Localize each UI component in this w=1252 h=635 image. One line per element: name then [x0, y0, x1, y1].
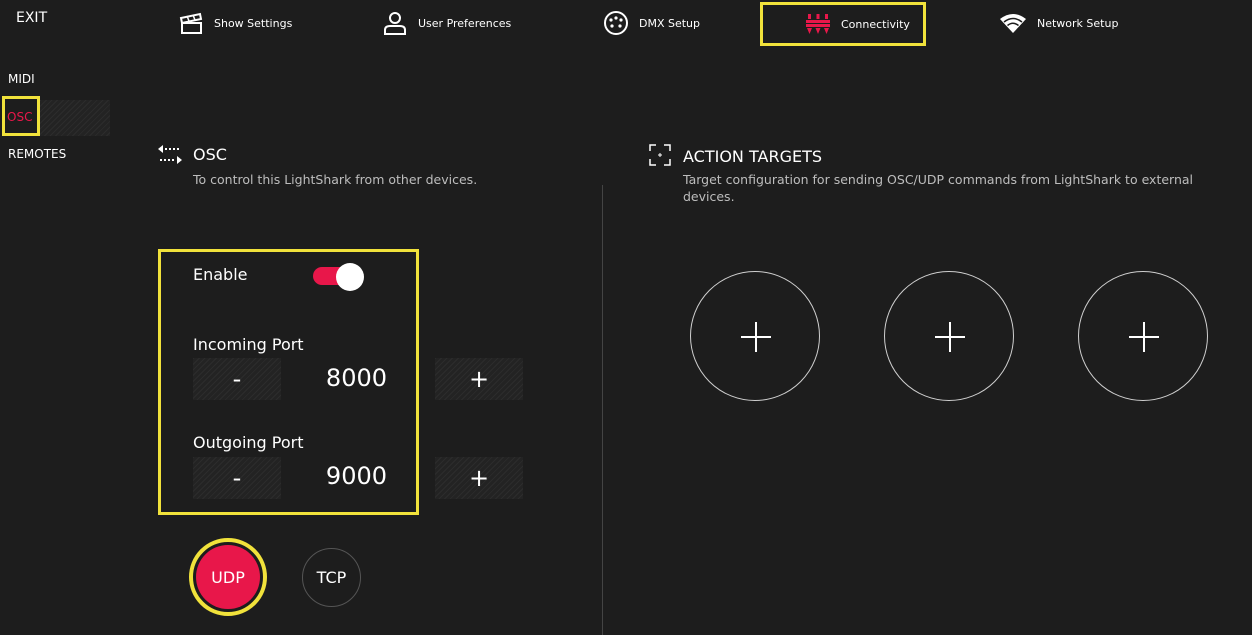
incoming-port-decrement-button[interactable]: - [193, 358, 281, 400]
osc-arrows-icon [158, 145, 182, 164]
tab-label: Connectivity [841, 17, 910, 31]
outgoing-port-value[interactable]: 9000 [300, 462, 387, 490]
add-action-target-button-2[interactable] [884, 271, 1014, 401]
sidebar-item-osc[interactable]: OSC [7, 110, 32, 124]
tab-label: User Preferences [418, 16, 512, 30]
add-action-target-button-1[interactable] [690, 271, 820, 401]
toggle-knob [336, 263, 364, 291]
enable-toggle[interactable] [313, 263, 365, 291]
incoming-port-value[interactable]: 8000 [300, 364, 387, 392]
tab-network-setup[interactable]: Network Setup [999, 4, 1118, 42]
tab-connectivity[interactable]: Connectivity [760, 2, 926, 46]
sidebar-item-remotes[interactable]: REMOTES [8, 147, 66, 161]
section-divider [602, 185, 603, 635]
show-settings-icon [179, 12, 203, 34]
add-action-target-button-3[interactable] [1078, 271, 1208, 401]
sidebar-item-midi[interactable]: MIDI [8, 72, 35, 86]
incoming-port-increment-button[interactable]: + [435, 358, 523, 400]
udp-protocol-button[interactable]: UDP [196, 545, 260, 609]
subtitle-line: Target configuration for sending OSC/UDP… [683, 172, 1194, 187]
sidebar-active-background [40, 100, 110, 136]
target-frame-icon [649, 144, 671, 166]
osc-title: OSC [193, 145, 227, 164]
exit-button[interactable]: EXIT [16, 10, 47, 26]
dmx-connector-icon [604, 11, 628, 35]
tab-label: DMX Setup [639, 16, 701, 30]
osc-subtitle: To control this LightShark from other de… [193, 172, 478, 187]
wifi-icon [1000, 14, 1026, 33]
outgoing-port-label: Outgoing Port [193, 433, 304, 452]
outgoing-port-decrement-button[interactable]: - [193, 457, 281, 499]
tab-label: Show Settings [214, 16, 293, 30]
outgoing-port-increment-button[interactable]: + [435, 457, 523, 499]
action-targets-title: ACTION TARGETS [683, 147, 823, 166]
tab-dmx-setup[interactable]: DMX Setup [603, 4, 700, 42]
user-icon [384, 12, 406, 35]
tab-label: Network Setup [1037, 16, 1119, 30]
subtitle-line: devices. [683, 189, 735, 204]
enable-label: Enable [193, 265, 248, 284]
action-targets-subtitle: Target configuration for sending OSC/UDP… [683, 171, 1193, 205]
top-navigation-bar: EXIT Show Settings User Preferences DMX … [0, 0, 1252, 46]
tab-show-settings[interactable]: Show Settings [178, 4, 292, 42]
connectivity-icon [806, 14, 830, 34]
tcp-protocol-button[interactable]: TCP [302, 548, 361, 607]
incoming-port-label: Incoming Port [193, 335, 304, 354]
tab-user-preferences[interactable]: User Preferences [382, 4, 511, 42]
